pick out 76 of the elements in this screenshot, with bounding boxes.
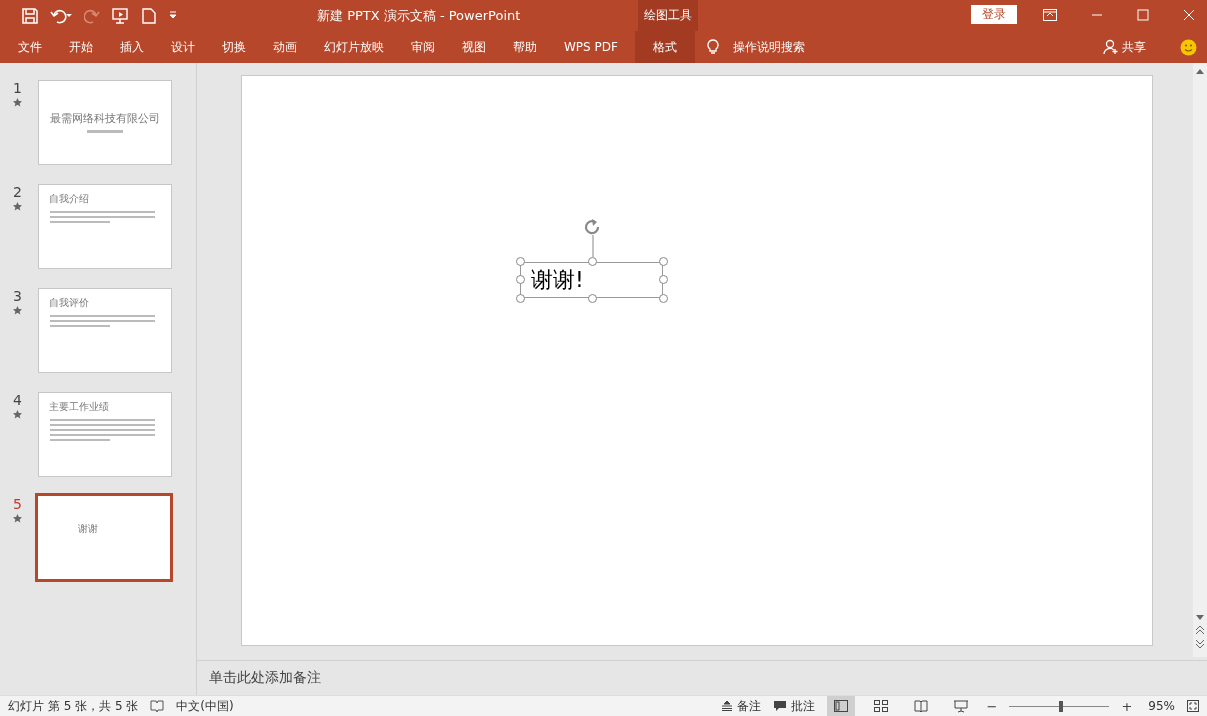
slide-thumbnail[interactable]: 自我评价 — [38, 288, 172, 373]
resize-handle[interactable] — [659, 294, 668, 303]
share-button[interactable]: 共享 — [1097, 37, 1152, 57]
ribbon-tab[interactable]: 切换 — [212, 31, 256, 63]
ribbon-tab[interactable]: 幻灯片放映 — [314, 31, 394, 63]
ribbon-tab[interactable]: 视图 — [452, 31, 496, 63]
language-label[interactable]: 中文(中国) — [176, 697, 234, 715]
window-title: 新建 PPTX 演示文稿 - PowerPoint — [317, 7, 521, 25]
customize-caret-icon[interactable] — [168, 10, 178, 21]
accessibility-icon[interactable] — [150, 699, 165, 713]
slide-thumbnail[interactable]: 自我介绍 — [38, 184, 172, 269]
star-icon — [13, 514, 22, 523]
slide-number: 1 — [13, 80, 22, 96]
book-icon — [913, 700, 928, 712]
scroll-down-icon[interactable] — [1196, 615, 1204, 621]
slide-thumbnail[interactable]: 谢谢 — [35, 493, 173, 582]
slide-number: 2 — [13, 184, 22, 200]
slide-thumbnail[interactable]: 主要工作业绩 — [38, 392, 172, 477]
slide-number: 3 — [13, 288, 22, 304]
ribbon-tab[interactable]: 插入 — [110, 31, 154, 63]
comment-icon — [772, 700, 787, 712]
star-icon — [13, 410, 22, 419]
zoom-out-button[interactable]: − — [986, 698, 998, 714]
star-icon — [13, 98, 22, 107]
notes-icon — [720, 701, 733, 711]
ribbon-tab[interactable]: 动画 — [263, 31, 307, 63]
slide-counter: 幻灯片 第 5 张，共 5 张 — [8, 697, 139, 715]
thumbnail-title: 最需网络科技有限公司 — [49, 111, 161, 126]
ribbon-tab[interactable]: WPS PDF — [554, 31, 628, 63]
projector-screen-icon — [953, 699, 968, 713]
thumbnail-title: 谢谢 — [78, 522, 99, 536]
zoom-in-button[interactable]: + — [1121, 698, 1133, 714]
star-icon — [13, 306, 22, 315]
redo-icon[interactable] — [84, 7, 100, 24]
login-button[interactable]: 登录 — [971, 5, 1017, 24]
normal-view-icon — [833, 700, 848, 712]
slideshow-icon[interactable] — [112, 7, 130, 24]
smiley-icon[interactable] — [1180, 38, 1197, 56]
thumbnail-title: 自我评价 — [49, 296, 90, 310]
lightbulb-icon — [706, 39, 719, 55]
save-icon[interactable] — [22, 7, 38, 24]
new-file-icon[interactable] — [142, 7, 156, 24]
notes-placeholder[interactable]: 单击此处添加备注 — [209, 669, 321, 687]
person-icon — [1103, 39, 1119, 55]
resize-handle[interactable] — [588, 294, 597, 303]
notes-button[interactable]: 备注 — [720, 697, 761, 715]
zoom-percent[interactable]: 95% — [1148, 699, 1175, 713]
ribbon-tab[interactable]: 格式 — [634, 31, 695, 63]
comments-button[interactable]: 批注 — [772, 697, 815, 715]
grid-icon — [873, 700, 888, 712]
maximize-icon[interactable] — [1137, 9, 1149, 21]
vertical-scrollbar[interactable] — [1193, 63, 1207, 657]
ribbon-tab[interactable]: 帮助 — [503, 31, 547, 63]
normal-view-button[interactable] — [826, 696, 855, 716]
context-tab-label: 绘图工具 — [638, 0, 698, 31]
next-slide-icon[interactable] — [1196, 639, 1204, 649]
undo-icon[interactable] — [50, 7, 72, 24]
slide-number: 5 — [13, 496, 22, 512]
slide-thumbnail[interactable]: 最需网络科技有限公司 — [38, 80, 172, 165]
ribbon-display-icon[interactable] — [1043, 9, 1057, 21]
tell-me-search[interactable]: 操作说明搜索 — [732, 38, 805, 56]
ribbon-tab[interactable]: 审阅 — [401, 31, 445, 63]
star-icon — [13, 202, 22, 211]
scroll-up-icon[interactable] — [1196, 68, 1204, 74]
thumbnail-title: 主要工作业绩 — [49, 400, 110, 414]
thumbnail-title: 自我介绍 — [49, 192, 90, 206]
fit-to-window-icon[interactable] — [1187, 700, 1199, 712]
resize-handle[interactable] — [516, 294, 525, 303]
slide-number: 4 — [13, 392, 22, 408]
resize-handle[interactable] — [588, 257, 597, 266]
blurred-subtitle — [87, 130, 123, 133]
ribbon-tab[interactable]: 开始 — [59, 31, 103, 63]
ribbon-tab[interactable]: 设计 — [161, 31, 205, 63]
close-icon[interactable] — [1183, 9, 1195, 21]
ribbon-tab[interactable]: 文件 — [8, 31, 52, 63]
previous-slide-icon[interactable] — [1196, 625, 1204, 635]
